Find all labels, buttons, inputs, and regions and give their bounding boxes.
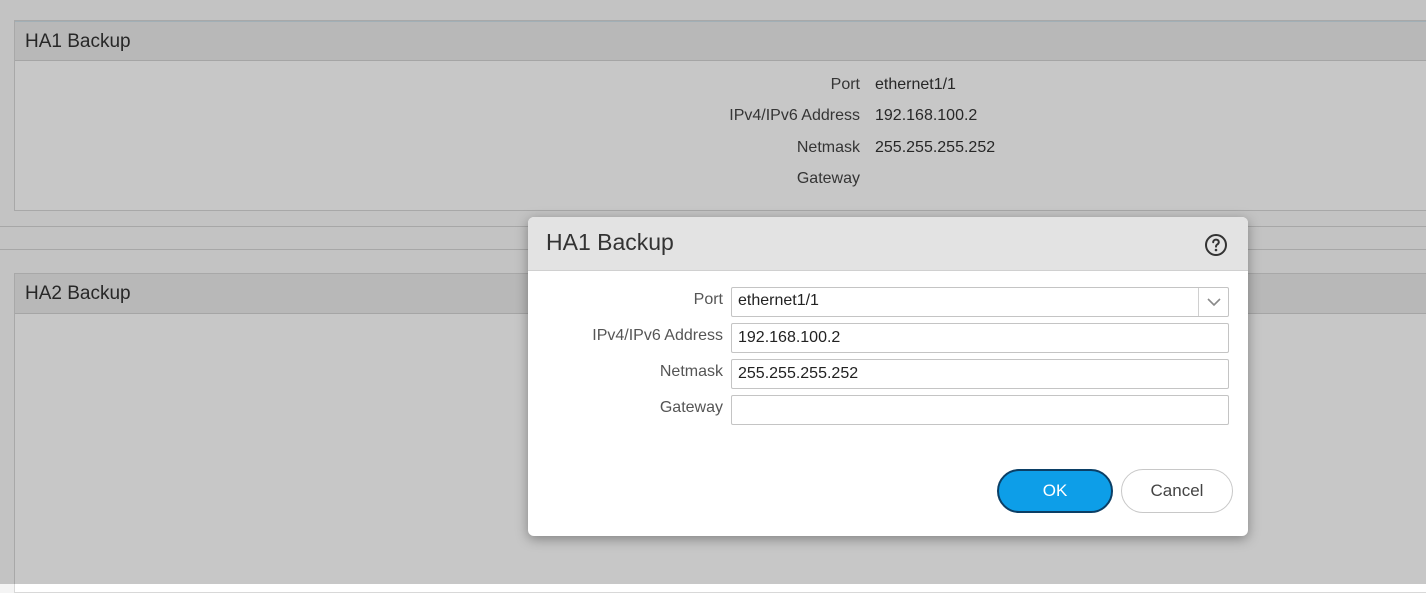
dialog-title: HA1 Backup <box>546 229 674 255</box>
ha1-backup-dialog: HA1 Backup Port ethernet1/1 IPv4/IPv6 Ad… <box>528 217 1248 536</box>
address-row: IPv4/IPv6 Address <box>528 323 1248 353</box>
port-label: Port <box>693 291 723 308</box>
port-row: Port ethernet1/1 <box>528 287 1248 317</box>
netmask-label: Netmask <box>659 363 723 380</box>
gateway-label: Gateway <box>659 399 723 416</box>
cancel-button[interactable]: Cancel <box>1121 469 1233 513</box>
ok-button[interactable]: OK <box>997 469 1113 513</box>
select-divider <box>1198 288 1199 316</box>
address-input[interactable] <box>731 323 1229 353</box>
port-select-value: ethernet1/1 <box>738 292 819 309</box>
gateway-row: Gateway <box>528 395 1248 425</box>
chevron-down-icon[interactable] <box>1206 295 1222 309</box>
dialog-header: HA1 Backup <box>528 217 1248 271</box>
address-label: IPv4/IPv6 Address <box>592 327 723 344</box>
netmask-row: Netmask <box>528 359 1248 389</box>
help-circle-icon[interactable] <box>1204 233 1228 257</box>
netmask-input[interactable] <box>731 359 1229 389</box>
gateway-input[interactable] <box>731 395 1229 425</box>
port-select[interactable]: ethernet1/1 <box>731 287 1229 317</box>
